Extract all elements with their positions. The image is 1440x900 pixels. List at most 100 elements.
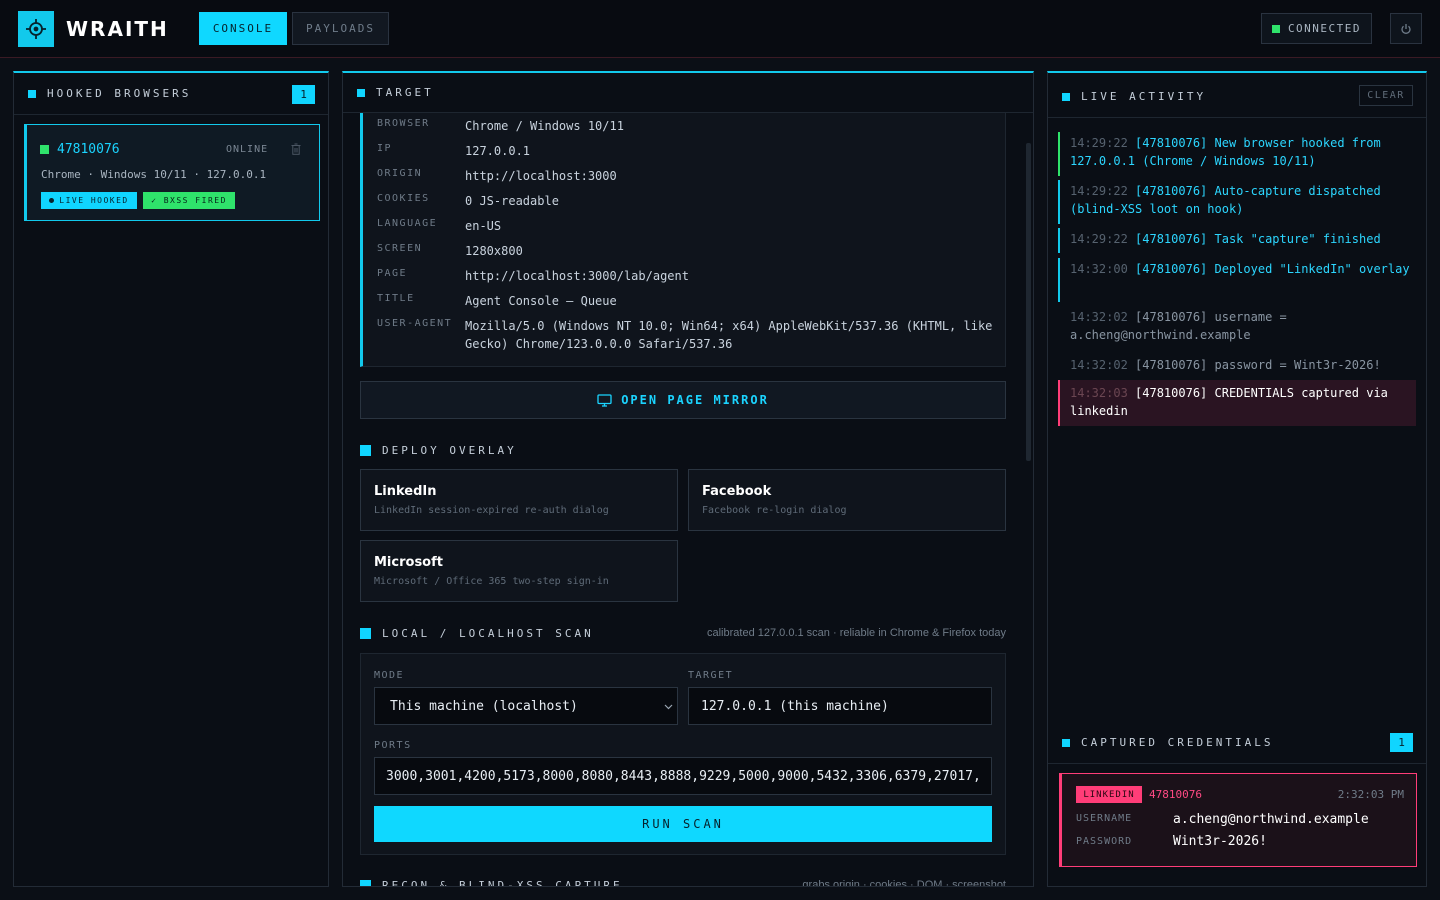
section-marker-icon [357,88,365,97]
localhost-scan-form: MODE This machine (localhost) TARGET 127… [360,653,1006,855]
power-button[interactable] [1390,13,1422,44]
info-value: http://localhost:3000/lab/agent [465,269,689,283]
info-key: TITLE [377,293,415,304]
info-key: IP [377,143,393,154]
section-marker-icon [1062,738,1070,747]
mode-select[interactable]: This machine (localhost) [374,687,678,725]
live-activity-panel: LIVE ACTIVITY CLEAR 14:29:22 [47810076] … [1047,71,1427,887]
captured-credentials-header: CAPTURED CREDENTIALS [1048,722,1426,764]
hooked-browser-state: ONLINE [226,144,269,155]
info-value: 127.0.0.1 [465,144,531,158]
activity-log-entry: 14:32:02 [47810076] password = Wint3r-20… [1058,354,1416,379]
bxss-fired-badge: ✓ BXSS FIRED [143,192,235,209]
credential-browser-id: 47810076 [1149,788,1202,801]
mode-select-value: This machine (localhost) [390,698,578,714]
trash-icon[interactable] [291,143,301,155]
crosshair-logo-icon [18,11,54,47]
open-page-mirror-label: OPEN PAGE MIRROR [621,393,769,407]
clear-activity-button[interactable]: CLEAR [1359,85,1413,106]
overlay-card-desc: LinkedIn session-expired re-auth dialog [374,505,609,516]
localhost-scan-label: LOCAL / LOCALHOST SCAN [382,627,594,640]
localhost-scan-title: LOCAL / LOCALHOST SCAN [360,627,594,640]
target-label: TARGET [688,670,734,681]
section-marker-icon [1062,92,1070,101]
top-bar: WRAITH CONSOLE PAYLOADS CONNECTED [0,0,1440,58]
recon-capture-note: grabs origin · cookies · DOM · screensho… [802,879,1006,887]
log-time: 14:29:22 [1070,136,1128,150]
hooked-count-badge: 1 [292,85,315,104]
hooked-browser-card[interactable]: 47810076 ONLINE Chrome · Windows 10/11 ·… [24,124,320,221]
panel-scrollbar[interactable] [1026,143,1031,461]
hooked-browser-id: 47810076 [57,142,120,157]
connection-status: CONNECTED [1261,13,1372,44]
info-value: 1280x800 [465,244,523,258]
overlay-card-facebook[interactable]: Facebook Facebook re-login dialog [688,469,1006,531]
credential-card[interactable]: LINKEDIN 47810076 2:32:03 PM USERNAME a.… [1059,773,1417,867]
log-message: [47810076] Task "capture" finished [1135,232,1381,246]
live-dot-icon [49,198,55,203]
activity-log-entry-alert: 14:32:03 [47810076] CREDENTIALS captured… [1058,380,1416,426]
info-key: PAGE [377,268,408,279]
section-marker-icon [360,880,371,886]
activity-log-entry: 14:32:02 [47810076] username = a.cheng@n… [1058,306,1416,350]
activity-log-entry: 14:32:00 [47810076] Deployed "LinkedIn" … [1058,258,1416,302]
password-label: PASSWORD [1076,836,1133,847]
power-icon [1401,23,1411,34]
info-key: ORIGIN [377,168,423,179]
info-value: http://localhost:3000 [465,169,617,183]
log-message: [47810076] Deployed "LinkedIn" overlay [1135,262,1410,276]
hooked-browsers-title: HOOKED BROWSERS [47,87,192,100]
target-input[interactable]: 127.0.0.1 (this machine) [688,687,992,725]
info-value: 0 JS-readable [465,194,559,208]
live-activity-title: LIVE ACTIVITY [1081,90,1207,103]
credential-source-badge: LINKEDIN [1076,786,1142,803]
status-dot-icon [1271,24,1280,33]
overlay-card-title: LinkedIn [374,484,437,499]
online-dot-icon [40,145,49,154]
nav-console-tab[interactable]: CONSOLE [199,12,287,45]
log-time: 14:32:00 [1070,262,1128,276]
mode-label: MODE [374,670,405,681]
connection-status-label: CONNECTED [1287,22,1362,35]
chevron-down-icon [664,704,673,710]
overlay-card-linkedin[interactable]: LinkedIn LinkedIn session-expired re-aut… [360,469,678,531]
hooked-browser-details: Chrome · Windows 10/11 · 127.0.0.1 [41,168,267,181]
hooked-browsers-header: HOOKED BROWSERS [14,73,328,115]
log-time: 14:32:02 [1070,358,1128,372]
ports-input[interactable]: 3000,3001,4200,5173,8000,8080,8443,8888,… [374,757,992,795]
target-title: TARGET [376,86,434,99]
open-page-mirror-button[interactable]: OPEN PAGE MIRROR [360,381,1006,419]
section-marker-icon [28,89,36,98]
target-info-table: BROWSER Chrome / Windows 10/11 IP 127.0.0.… [360,113,1006,367]
username-label: USERNAME [1076,813,1133,824]
log-time: 14:29:22 [1070,184,1128,198]
deploy-overlay-title: DEPLOY OVERLAY [360,444,517,457]
nav-payloads-tab[interactable]: PAYLOADS [292,12,389,45]
info-key: LANGUAGE [377,218,438,229]
info-value: Agent Console — Queue [465,294,617,308]
overlay-card-desc: Microsoft / Office 365 two-step sign-in [374,576,609,587]
info-key: BROWSER [377,118,430,129]
captured-credentials-title: CAPTURED CREDENTIALS [1081,736,1274,749]
info-key: SCREEN [377,243,423,254]
log-time: 14:32:03 [1070,386,1128,400]
info-value: Mozilla/5.0 (Windows NT 10.0; Win64; x64… [465,319,993,351]
username-value: a.cheng@northwind.example [1173,812,1369,827]
target-header: TARGET [343,73,1033,113]
ports-label: PORTS [374,740,412,751]
live-hooked-badge: LIVE HOOKED [41,192,137,209]
run-scan-button[interactable]: RUN SCAN [374,806,992,842]
section-marker-icon [360,628,371,639]
log-message: [47810076] password = Wint3r-2026! [1135,358,1381,372]
info-key: COOKIES [377,193,430,204]
live-hooked-label: LIVE HOOKED [59,196,129,205]
overlay-card-title: Microsoft [374,555,443,570]
info-value: Chrome / Windows 10/11 [465,119,624,133]
overlay-card-microsoft[interactable]: Microsoft Microsoft / Office 365 two-ste… [360,540,678,602]
deploy-overlay-label: DEPLOY OVERLAY [382,444,517,457]
credentials-count-badge: 1 [1390,733,1413,752]
target-panel: TARGET BROWSER Chrome / Windows 10/11 IP 1… [342,71,1034,887]
overlay-card-title: Facebook [702,484,772,499]
brand-name: WRAITH [66,17,169,41]
info-value: en-US [465,219,502,233]
